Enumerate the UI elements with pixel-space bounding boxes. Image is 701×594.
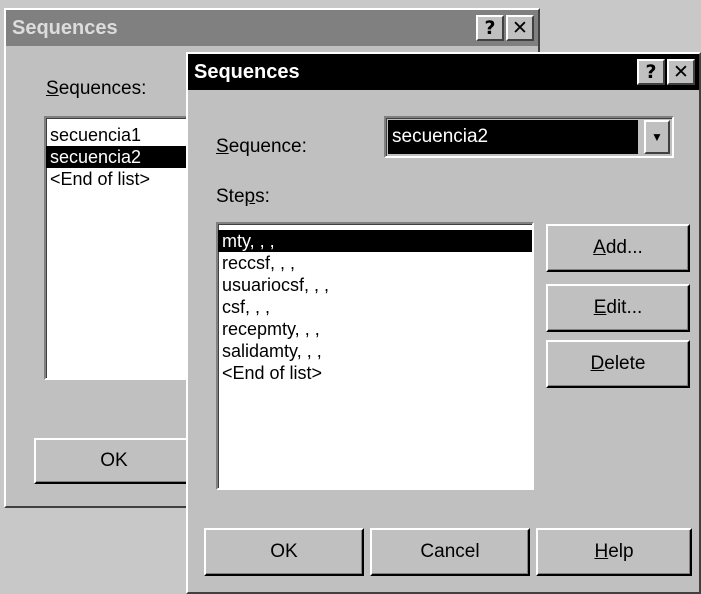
close-icon[interactable]: ✕ xyxy=(506,15,534,41)
list-item[interactable]: usuariocsf, , , xyxy=(218,274,532,296)
list-item[interactable]: secuencia2 xyxy=(46,146,192,168)
close-icon[interactable]: ✕ xyxy=(667,59,695,85)
help-button[interactable]: Help xyxy=(536,528,692,576)
back-dialog-title: Sequences xyxy=(12,16,118,39)
chevron-down-icon[interactable]: ▼ xyxy=(644,120,670,154)
steps-label: Steps: xyxy=(216,186,270,207)
list-item[interactable]: <End of list> xyxy=(46,168,192,190)
front-dialog-title: Sequences xyxy=(194,60,300,83)
list-item[interactable]: recepmty, , , xyxy=(218,318,532,340)
cancel-button[interactable]: Cancel xyxy=(370,528,530,576)
sequence-label: Sequence: xyxy=(216,136,307,157)
back-ok-button[interactable]: OK xyxy=(34,438,194,484)
steps-list[interactable]: mty, , , reccsf, , , usuariocsf, , , csf… xyxy=(216,222,534,490)
ok-button[interactable]: OK xyxy=(204,528,364,576)
list-item[interactable]: csf, , , xyxy=(218,296,532,318)
front-dialog-titlebar[interactable]: Sequences ? ✕ xyxy=(188,54,699,90)
delete-button[interactable]: Delete xyxy=(546,340,690,388)
add-button[interactable]: Add... xyxy=(546,224,690,272)
sequence-combobox-value: secuencia2 xyxy=(388,120,638,154)
help-icon[interactable]: ? xyxy=(476,15,504,41)
list-item[interactable]: mty, , , xyxy=(218,230,532,252)
list-item[interactable]: salidamty, , , xyxy=(218,340,532,362)
list-item[interactable]: <End of list> xyxy=(218,362,532,384)
edit-button[interactable]: Edit... xyxy=(546,284,690,332)
back-sequences-list[interactable]: secuencia1 secuencia2 <End of list> xyxy=(44,116,194,380)
back-dialog-titlebar[interactable]: Sequences ? ✕ xyxy=(6,10,538,46)
list-item[interactable]: reccsf, , , xyxy=(218,252,532,274)
back-sequences-label: Sequences: xyxy=(46,78,147,99)
list-item[interactable]: secuencia1 xyxy=(46,124,192,146)
help-icon[interactable]: ? xyxy=(637,59,665,85)
sequence-combobox[interactable]: secuencia2 ▼ xyxy=(384,116,674,158)
